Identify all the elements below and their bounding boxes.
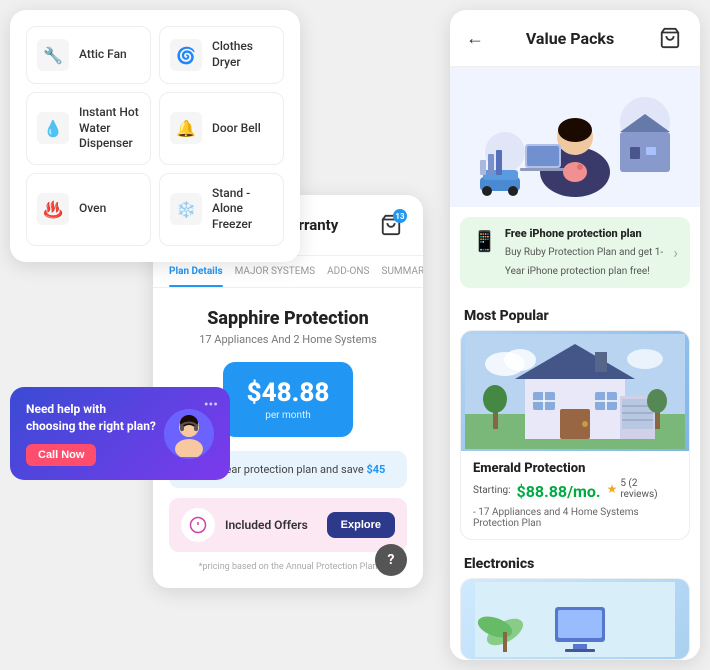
hot-water-icon: 💧	[37, 112, 69, 144]
pricing-note: *pricing based on the Annual Protection …	[169, 562, 407, 572]
offers-label: Included Offers	[225, 518, 317, 532]
attic-fan-icon: 🔧	[37, 39, 69, 71]
offers-row: Included Offers Explore	[169, 498, 407, 552]
emerald-card-image	[461, 331, 689, 451]
reviews-count: 5 (2 reviews)	[620, 478, 677, 500]
save-amount: $45	[366, 463, 385, 476]
faq-button[interactable]: ?	[375, 544, 407, 576]
appliance-grid: 🔧 Attic Fan 🌀 Clothes Dryer 💧 Instant Ho…	[26, 26, 284, 246]
promo-banner[interactable]: 📱 Free iPhone protection plan Buy Ruby P…	[460, 217, 690, 288]
dots-icon: •••	[204, 397, 218, 413]
tab-add-ons[interactable]: ADD-ONS	[327, 256, 369, 287]
cart-button[interactable]	[656, 24, 684, 52]
help-text: Need help with choosing the right plan?	[26, 401, 156, 435]
price-period: per month	[239, 410, 337, 421]
cart-button[interactable]: 13	[375, 209, 407, 241]
plan-subtitle: 17 Appliances And 2 Home Systems	[169, 333, 407, 346]
list-item[interactable]: ♨️ Oven	[26, 173, 151, 246]
plan-name: Sapphire Protection	[169, 308, 407, 329]
explore-button[interactable]: Explore	[327, 512, 395, 538]
freezer-icon: ❄️	[170, 193, 202, 225]
electronics-card-image	[461, 579, 689, 659]
back-button[interactable]: ←	[466, 28, 484, 49]
price-box: $48.88 per month	[223, 362, 353, 437]
iphone-icon: 📱	[472, 229, 497, 253]
card-name: Emerald Protection	[473, 461, 677, 476]
appliance-label: Attic Fan	[79, 47, 127, 63]
price-amount: $48.88	[239, 378, 337, 408]
clothes-dryer-icon: 🌀	[170, 39, 202, 71]
appliance-popup: 🔧 Attic Fan 🌀 Clothes Dryer 💧 Instant Ho…	[10, 10, 300, 262]
chevron-right-icon: ›	[673, 243, 678, 262]
appliance-label: Clothes Dryer	[212, 39, 273, 70]
starting-label: Starting:	[473, 485, 511, 496]
doorbell-icon: 🔔	[170, 112, 202, 144]
electronics-title: Electronics	[450, 550, 700, 578]
card-price: $88.88/mo.	[517, 482, 601, 501]
most-popular-title: Most Popular	[450, 298, 700, 330]
list-item[interactable]: 💧 Instant Hot Water Dispenser	[26, 92, 151, 165]
page-title: Value Packs	[526, 29, 614, 48]
vp-hero-image	[450, 67, 700, 207]
star-rating: ★ 5 (2 reviews)	[607, 478, 677, 500]
appliance-label: Door Bell	[212, 121, 261, 137]
list-item[interactable]: ❄️ Stand - Alone Freezer	[159, 173, 284, 246]
oven-icon: ♨️	[37, 193, 69, 225]
appliance-label: Stand - Alone Freezer	[212, 186, 273, 233]
value-packs-panel: ← Value Packs	[450, 10, 700, 660]
offers-icon	[181, 508, 215, 542]
emerald-card[interactable]: Emerald Protection Starting: $88.88/mo. …	[460, 330, 690, 540]
vp-header: ← Value Packs	[450, 10, 700, 67]
list-item[interactable]: 🔔 Door Bell	[159, 92, 284, 165]
tab-summary[interactable]: SUMMARY	[382, 256, 424, 287]
appliance-label: Instant Hot Water Dispenser	[79, 105, 140, 152]
call-now-button[interactable]: Call Now	[26, 444, 96, 466]
promo-text: Free iPhone protection plan Buy Ruby Pro…	[505, 227, 665, 278]
emerald-card-body: Emerald Protection Starting: $88.88/mo. …	[461, 451, 689, 539]
electronics-card[interactable]	[460, 578, 690, 660]
list-item[interactable]: 🌀 Clothes Dryer	[159, 26, 284, 84]
promo-title: Free iPhone protection plan	[505, 227, 665, 240]
help-text-area: Need help with choosing the right plan? …	[26, 401, 156, 466]
appliance-label: Oven	[79, 201, 106, 217]
avatar	[164, 409, 214, 459]
card-description: - 17 Appliances and 4 Home Systems Prote…	[473, 507, 677, 529]
cart-badge: 13	[393, 209, 407, 223]
help-bubble: Need help with choosing the right plan? …	[10, 387, 230, 480]
promo-desc: Buy Ruby Protection Plan and get 1-Year …	[505, 247, 663, 277]
list-item[interactable]: 🔧 Attic Fan	[26, 26, 151, 84]
